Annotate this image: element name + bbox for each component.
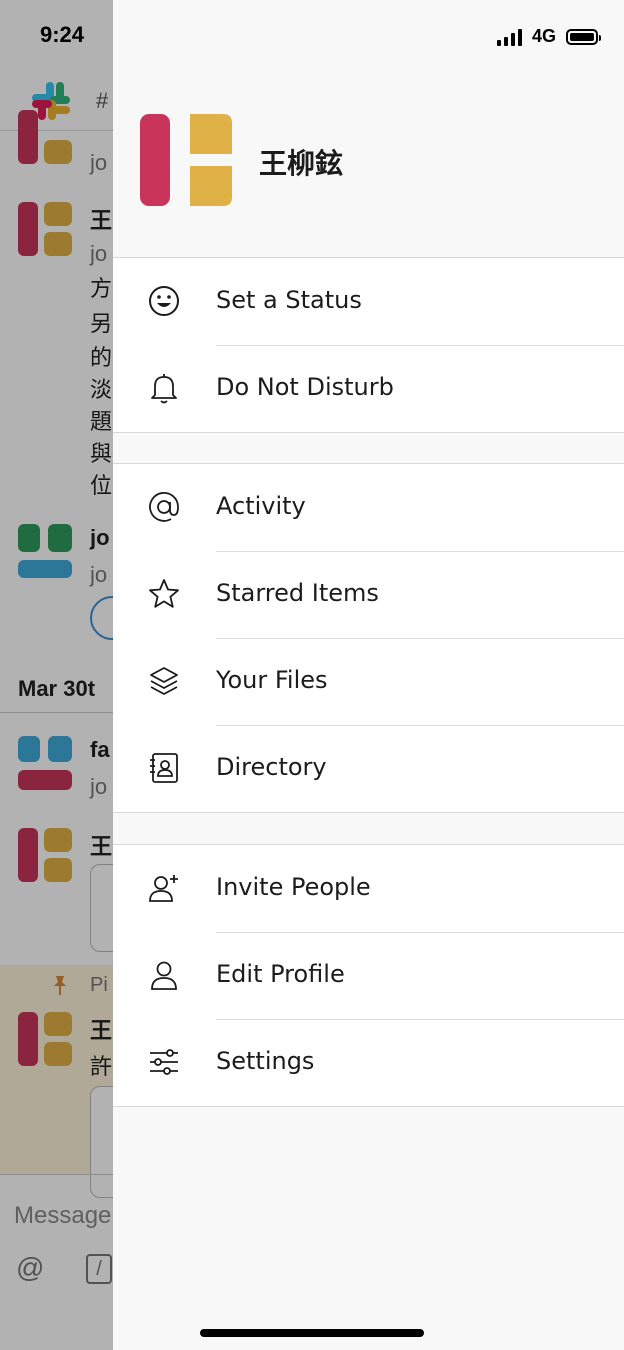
menu-group-status: Set a Status Do Not Disturb <box>113 257 624 433</box>
profile-header[interactable]: 王柳鉉 <box>113 114 624 206</box>
menu-item-directory[interactable]: Directory <box>113 725 624 812</box>
smiley-icon <box>149 286 179 316</box>
person-icon <box>151 961 177 990</box>
status-bar-right: 4G <box>496 26 601 47</box>
add-person-icon <box>149 875 178 902</box>
layers-icon <box>150 667 178 695</box>
menu-item-label: Activity <box>216 492 306 520</box>
menu-group-account: Invite People Edit Profile Settings <box>113 844 624 1107</box>
contact-card-icon <box>150 753 178 783</box>
menu-item-label: Your Files <box>216 666 328 694</box>
menu-item-starred-items[interactable]: Starred Items <box>113 551 624 638</box>
battery-icon <box>566 28 601 45</box>
menu-item-label: Settings <box>216 1047 315 1075</box>
menu-item-label: Set a Status <box>216 286 362 314</box>
at-sign-icon <box>149 491 179 522</box>
profile-name: 王柳鉉 <box>259 147 344 180</box>
menu-item-activity[interactable]: Activity <box>113 464 624 551</box>
menu-item-edit-profile[interactable]: Edit Profile <box>113 932 624 1019</box>
menu-item-label: Do Not Disturb <box>216 373 394 401</box>
menu-item-settings[interactable]: Settings <box>113 1019 624 1106</box>
star-icon <box>149 579 179 608</box>
menu-item-set-status[interactable]: Set a Status <box>113 258 624 345</box>
bell-icon <box>151 374 177 404</box>
menu-item-label: Directory <box>216 753 327 781</box>
menu-item-do-not-disturb[interactable]: Do Not Disturb <box>113 345 624 432</box>
menu-item-label: Starred Items <box>216 579 379 607</box>
network-type: 4G <box>531 26 556 46</box>
profile-avatar-icon[interactable] <box>140 114 232 206</box>
sliders-icon <box>150 1049 178 1075</box>
menu-item-label: Edit Profile <box>216 960 345 988</box>
menu-group-workspace: Activity Starred Items Your Files Direct… <box>113 463 624 813</box>
side-drawer: 4G 王柳鉉 Set a Status Do Not Disturb Activ… <box>113 0 624 1350</box>
home-indicator[interactable] <box>200 1329 424 1337</box>
menu-item-invite-people[interactable]: Invite People <box>113 845 624 932</box>
menu-item-label: Invite People <box>216 873 371 901</box>
cell-signal-icon <box>496 28 522 46</box>
menu-item-your-files[interactable]: Your Files <box>113 638 624 725</box>
